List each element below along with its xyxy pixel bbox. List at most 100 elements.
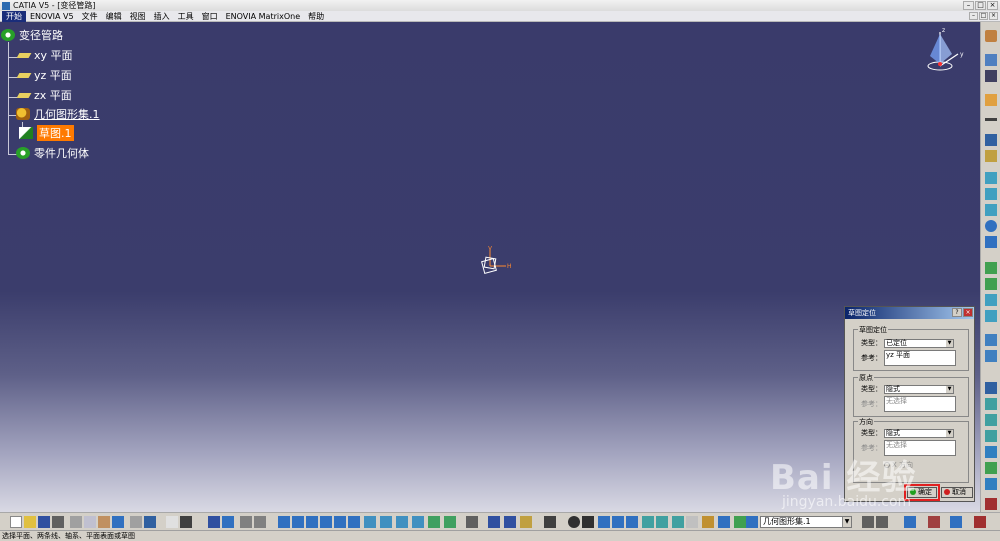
x-direction-radio[interactable] [884, 462, 890, 468]
grid-tool-icon[interactable] [626, 516, 638, 528]
tree-item-geometric-set[interactable]: 几何图形集.1 [16, 106, 100, 122]
tree-item-zx-plane[interactable]: zx 平面 [16, 87, 72, 103]
help-icon[interactable]: ? [952, 308, 962, 317]
cancel-button[interactable]: 取消 [941, 487, 973, 498]
point-icon[interactable] [985, 94, 997, 106]
bottle-icon[interactable] [520, 516, 532, 528]
constraint-icon[interactable] [488, 516, 500, 528]
fill-icon[interactable] [985, 278, 997, 290]
tree-item-part-body[interactable]: 零件几何体 [16, 145, 89, 161]
translate-icon[interactable] [985, 414, 997, 426]
menu-insert[interactable]: 插入 [150, 11, 174, 22]
law-icon[interactable] [985, 462, 997, 474]
rotate-view-icon[interactable] [320, 516, 332, 528]
swap-visible-icon[interactable] [444, 516, 456, 528]
analysis-icon[interactable] [222, 516, 234, 528]
pan-icon[interactable] [306, 516, 318, 528]
tree-item-xy-plane[interactable]: xy 平面 [16, 47, 73, 63]
point-dot-icon[interactable] [985, 118, 997, 121]
cycle-icon[interactable] [582, 516, 594, 528]
menu-tools[interactable]: 工具 [174, 11, 198, 22]
circle-icon[interactable] [985, 220, 997, 232]
tree-item-sketch[interactable]: 草图.1 [19, 125, 74, 141]
x-direction-row[interactable]: X 方向 [884, 460, 913, 470]
revolve-icon[interactable] [985, 188, 997, 200]
close-icon[interactable]: × [987, 1, 998, 10]
tree-item-yz-plane[interactable]: yz 平面 [16, 67, 72, 83]
axis-system-icon[interactable] [985, 478, 997, 490]
dimension-icon[interactable] [504, 516, 516, 528]
filter-icon[interactable] [734, 516, 746, 528]
feature-icon[interactable] [950, 516, 962, 528]
doc-restore-icon[interactable]: □ [979, 12, 988, 20]
camera-icon[interactable] [544, 516, 556, 528]
rotate-icon[interactable] [985, 430, 997, 442]
split-icon[interactable] [985, 350, 997, 362]
sphere-icon[interactable] [985, 204, 997, 216]
spline-icon[interactable] [985, 236, 997, 248]
material-icon[interactable] [702, 516, 714, 528]
copy-icon[interactable] [84, 516, 96, 528]
g2-ref-field[interactable]: 无选择 [884, 396, 956, 412]
table-icon[interactable] [208, 516, 220, 528]
doc-minimize-icon[interactable]: – [969, 12, 978, 20]
inertia-icon[interactable] [254, 516, 266, 528]
grid-icon[interactable] [985, 70, 997, 82]
select-icon[interactable] [985, 54, 997, 66]
fit-all-icon[interactable] [292, 516, 304, 528]
extrapolate-icon[interactable] [985, 446, 997, 458]
measure-icon[interactable] [240, 516, 252, 528]
fillet-icon[interactable] [985, 398, 997, 410]
chevron-down-icon[interactable]: ▼ [842, 517, 851, 527]
g1-type-select[interactable]: 已定位 ▼ [884, 338, 954, 348]
print-icon[interactable] [52, 516, 64, 528]
update-icon[interactable] [568, 516, 580, 528]
menu-start[interactable]: 开始 [2, 10, 26, 22]
clipping-icon[interactable] [876, 516, 888, 528]
zoom-in-icon[interactable] [334, 516, 346, 528]
cube-icon[interactable] [642, 516, 654, 528]
tree-root[interactable]: 变径管路 [1, 27, 63, 43]
menu-window[interactable]: 窗口 [198, 11, 222, 22]
sketcher-icon[interactable] [985, 30, 997, 42]
comment-icon[interactable] [180, 516, 192, 528]
cut-icon[interactable] [70, 516, 82, 528]
hide-show-icon[interactable] [428, 516, 440, 528]
menu-file[interactable]: 文件 [78, 11, 102, 22]
ok-button[interactable]: 确定 [904, 484, 940, 501]
menu-view[interactable]: 视图 [126, 11, 150, 22]
render-icon[interactable] [862, 516, 874, 528]
extrude-icon[interactable] [985, 172, 997, 184]
sweep-icon[interactable] [985, 262, 997, 274]
formula-icon[interactable] [166, 516, 178, 528]
multi-view-icon[interactable] [380, 516, 392, 528]
close-icon[interactable]: × [963, 308, 973, 317]
plane-tool-icon[interactable] [985, 150, 997, 162]
g1-ref-field[interactable]: yz 平面 [884, 350, 956, 366]
minimize-icon[interactable]: – [963, 1, 974, 10]
menu-enovia[interactable]: ENOVIA V5 [26, 11, 78, 22]
undo-icon[interactable] [112, 516, 124, 528]
compass-icon[interactable]: z y [922, 26, 966, 74]
join-icon[interactable] [985, 334, 997, 346]
menu-help[interactable]: 帮助 [304, 11, 328, 22]
work-object-icon[interactable] [746, 516, 758, 528]
g2-type-select[interactable]: 隐式 ▼ [884, 384, 954, 394]
whats-this-icon[interactable] [144, 516, 156, 528]
zoom-out-icon[interactable] [348, 516, 360, 528]
tree-collapse-icon[interactable] [612, 516, 624, 528]
wireframe-icon[interactable] [904, 516, 916, 528]
multi-section-icon[interactable] [985, 294, 997, 306]
redo-icon[interactable] [130, 516, 142, 528]
new-icon[interactable] [10, 516, 22, 528]
extract-icon[interactable] [985, 382, 997, 394]
menu-edit[interactable]: 编辑 [102, 11, 126, 22]
3d-viewport[interactable]: 变径管路 xy 平面 yz 平面 zx 平面 几何图形集.1 草图.1 零件几何… [0, 22, 980, 512]
fly-mode-icon[interactable] [278, 516, 290, 528]
dialog-title-bar[interactable]: 草图定位 ? × [845, 307, 974, 319]
tree-expand-icon[interactable] [598, 516, 610, 528]
iso-view-icon[interactable] [396, 516, 408, 528]
maximize-icon[interactable]: □ [975, 1, 986, 10]
paste-icon[interactable] [98, 516, 110, 528]
g3-type-select[interactable]: 隐式 ▼ [884, 428, 954, 438]
